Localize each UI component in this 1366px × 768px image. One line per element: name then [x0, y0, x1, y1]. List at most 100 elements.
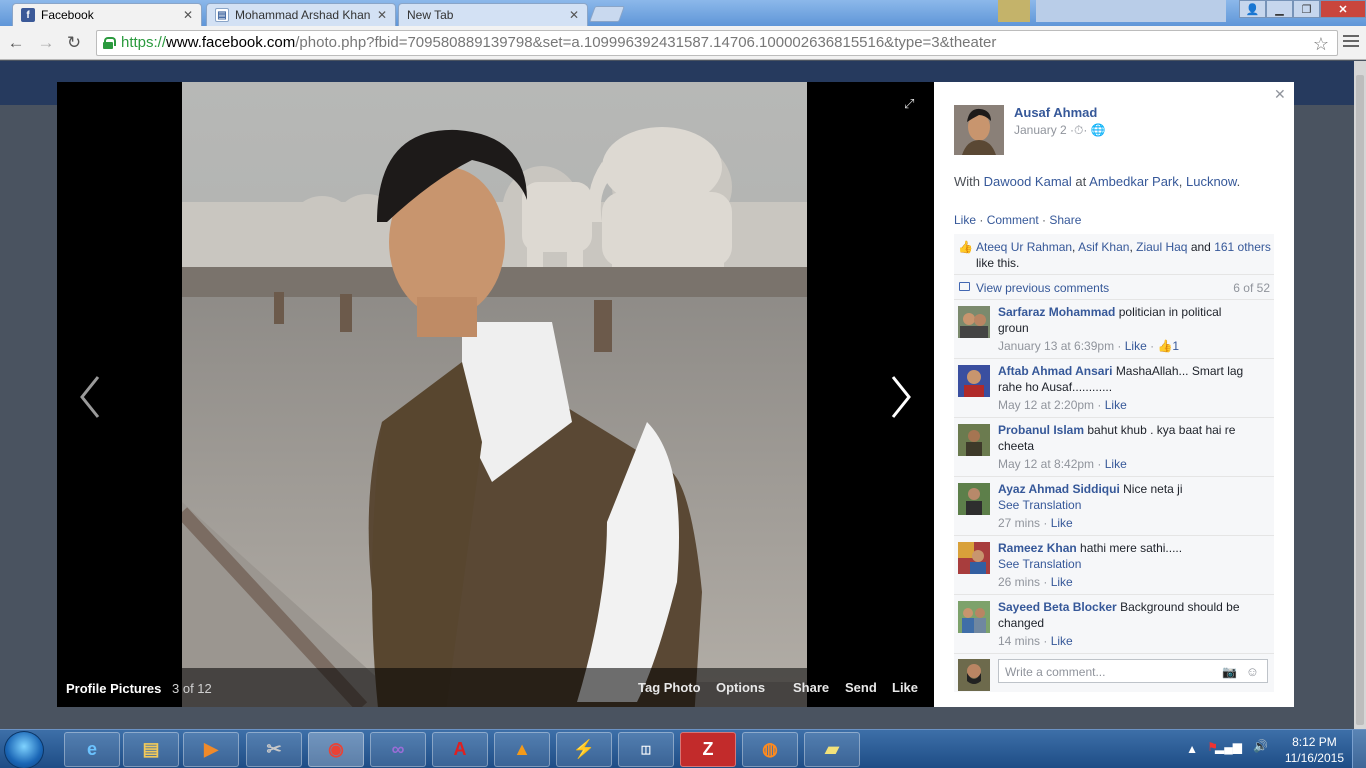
- tools-icon[interactable]: ✂: [246, 732, 302, 767]
- commenter-name[interactable]: Ayaz Ahmad Siddiqui: [998, 482, 1120, 496]
- address-bar-input[interactable]: https://www.facebook.com/photo.php?fbid=…: [96, 30, 1338, 56]
- close-tab-icon[interactable]: ✕: [183, 8, 193, 22]
- commenter-name[interactable]: Sayeed Beta Blocker: [998, 600, 1117, 614]
- commenter-avatar[interactable]: [958, 365, 990, 397]
- show-desktop-button[interactable]: [1352, 730, 1366, 768]
- windows-taskbar: e ▤ ▶ ✂ ◉ ∞ A ▲ ⚡ ◫ Z ◍ ▰ ▲ ⚑ ▂▄▆ 🔊 8:12…: [0, 729, 1366, 768]
- comment-time[interactable]: 26 mins: [998, 575, 1040, 589]
- comment-item: Probanul Islam bahut khub . kya baat hai…: [954, 418, 1274, 477]
- comment-like-link[interactable]: Like: [1051, 634, 1073, 648]
- like-photo-button[interactable]: Like: [892, 680, 918, 695]
- share-link[interactable]: Share: [1049, 213, 1081, 227]
- restore-button[interactable]: ❐: [1293, 0, 1320, 18]
- like-link[interactable]: Like: [954, 213, 976, 227]
- previous-photo-arrow-icon[interactable]: [75, 372, 105, 422]
- post-date[interactable]: January 2: [1014, 123, 1067, 137]
- options-button[interactable]: Options: [716, 680, 765, 695]
- commenter-avatar[interactable]: [958, 306, 990, 338]
- reload-icon[interactable]: ↻: [64, 33, 84, 53]
- firefox-icon[interactable]: ◍: [742, 732, 798, 767]
- tab-new-tab[interactable]: New Tab ✕: [398, 3, 588, 26]
- commenter-avatar[interactable]: [958, 424, 990, 456]
- commenter-name[interactable]: Sarfaraz Mohammad: [998, 305, 1115, 319]
- profile-photo[interactable]: [182, 82, 807, 707]
- commenter-name[interactable]: Aftab Ahmad Ansari: [998, 364, 1112, 378]
- comment-like-link[interactable]: Like: [1125, 339, 1147, 353]
- commenter-name[interactable]: Rameez Khan: [998, 541, 1077, 555]
- bookmark-star-icon[interactable]: ☆: [1313, 32, 1329, 55]
- scrollbar-thumb[interactable]: [1356, 75, 1364, 725]
- comment-time[interactable]: May 12 at 2:20pm: [998, 398, 1094, 412]
- visual-studio-icon[interactable]: ∞: [370, 732, 426, 767]
- comment-time[interactable]: 27 mins: [998, 516, 1040, 530]
- close-tab-icon[interactable]: ✕: [569, 8, 579, 22]
- city-link[interactable]: Lucknow: [1186, 174, 1237, 189]
- cald3-icon[interactable]: ◫: [618, 732, 674, 767]
- chrome-menu-icon[interactable]: [1343, 35, 1359, 49]
- close-window-button[interactable]: ✕: [1320, 0, 1366, 18]
- comment-time[interactable]: 14 mins: [998, 634, 1040, 648]
- clock-icon: ·⏱·: [1070, 123, 1088, 137]
- minimize-button[interactable]: ▁: [1266, 0, 1293, 18]
- page-favicon-icon: ▤: [215, 8, 229, 22]
- pdf-reader-icon[interactable]: A: [432, 732, 488, 767]
- place-link[interactable]: Ambedkar Park: [1089, 174, 1179, 189]
- commenter-avatar[interactable]: [958, 542, 990, 574]
- commenter-avatar[interactable]: [958, 601, 990, 633]
- volume-icon[interactable]: 🔊: [1253, 739, 1268, 753]
- taskbar-clock[interactable]: 8:12 PM 11/16/2015: [1285, 734, 1344, 766]
- author-avatar[interactable]: [954, 105, 1004, 155]
- see-translation-link[interactable]: See Translation: [998, 497, 1248, 513]
- comment-time[interactable]: January 13 at 6:39pm: [998, 339, 1114, 353]
- forward-arrow-icon[interactable]: →: [36, 33, 56, 53]
- vlc-icon[interactable]: ▲: [494, 732, 550, 767]
- comment-like-link[interactable]: Like: [1051, 575, 1073, 589]
- tab-facebook[interactable]: f Facebook ✕: [12, 3, 202, 26]
- share-button[interactable]: Share: [793, 680, 829, 695]
- send-button[interactable]: Send: [845, 680, 877, 695]
- others-link[interactable]: 161 others: [1214, 240, 1271, 254]
- close-tab-icon[interactable]: ✕: [377, 8, 387, 22]
- media-player-icon[interactable]: ▶: [183, 732, 239, 767]
- comment-like-link[interactable]: Like: [1051, 516, 1073, 530]
- liker-link[interactable]: Ziaul Haq: [1136, 240, 1187, 254]
- liker-link[interactable]: Asif Khan: [1078, 240, 1129, 254]
- comment-like-link[interactable]: Like: [1105, 457, 1127, 471]
- back-arrow-icon[interactable]: ←: [6, 33, 26, 53]
- comment-link[interactable]: Comment: [987, 213, 1039, 227]
- comment-like-link[interactable]: Like: [1105, 398, 1127, 412]
- new-tab-button[interactable]: [589, 6, 625, 22]
- fullscreen-icon[interactable]: ⤢: [904, 96, 918, 111]
- see-translation-link[interactable]: See Translation: [998, 556, 1248, 572]
- chrome-icon[interactable]: ◉: [308, 732, 364, 767]
- post-author-name[interactable]: Ausaf Ahmad: [1014, 105, 1097, 120]
- commenter-avatar[interactable]: [958, 483, 990, 515]
- user-icon[interactable]: 👤: [1239, 0, 1266, 18]
- comment-time[interactable]: May 12 at 8:42pm: [998, 457, 1094, 471]
- start-button[interactable]: [4, 731, 44, 768]
- emoji-icon[interactable]: ☺: [1246, 664, 1259, 679]
- commenter-name[interactable]: Probanul Islam: [998, 423, 1084, 437]
- page-scrollbar[interactable]: [1354, 61, 1366, 729]
- file-explorer-icon[interactable]: ▤: [123, 732, 179, 767]
- next-photo-arrow-icon[interactable]: [886, 372, 916, 422]
- filezilla-icon[interactable]: Z: [680, 732, 736, 767]
- quick-search-box[interactable]: [1036, 0, 1226, 22]
- album-title[interactable]: Profile Pictures: [66, 681, 161, 696]
- tab-profile[interactable]: ▤ Mohammad Arshad Khan ✕: [206, 3, 396, 26]
- tag-photo-button[interactable]: Tag Photo: [638, 680, 701, 695]
- comment-like-count[interactable]: 👍1: [1157, 339, 1179, 353]
- internet-explorer-icon[interactable]: e: [64, 732, 120, 767]
- tagged-person-link[interactable]: Dawood Kamal: [984, 174, 1072, 189]
- comment-item: Aftab Ahmad Ansari MashaAllah... Smart l…: [954, 359, 1274, 418]
- profile-button[interactable]: [998, 0, 1030, 22]
- view-previous-comments-link[interactable]: View previous comments: [976, 281, 1109, 295]
- show-hidden-icons-icon[interactable]: ▲: [1186, 742, 1198, 756]
- close-viewer-icon[interactable]: ✕: [1274, 86, 1286, 103]
- write-comment-input[interactable]: Write a comment... 📷 ☺: [998, 659, 1268, 683]
- network-signal-icon[interactable]: ▂▄▆: [1215, 740, 1242, 754]
- liker-link[interactable]: Ateeq Ur Rahman: [976, 240, 1072, 254]
- sticky-notes-icon[interactable]: ▰: [804, 732, 860, 767]
- camera-icon[interactable]: 📷: [1222, 665, 1237, 679]
- lightning-app-icon[interactable]: ⚡: [556, 732, 612, 767]
